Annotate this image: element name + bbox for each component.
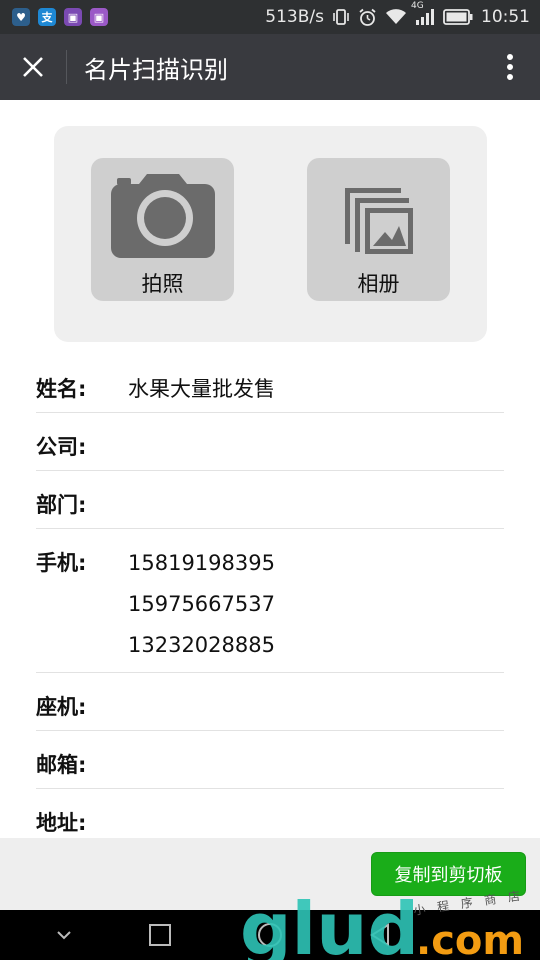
gallery-icon: ▣ xyxy=(64,8,82,26)
system-nav-bar xyxy=(0,910,540,960)
title-bar: 名片扫描识别 xyxy=(0,34,540,100)
photo-album-button[interactable]: 相册 xyxy=(307,158,450,301)
more-vertical-icon xyxy=(507,54,513,80)
photo-album-icon xyxy=(344,188,413,254)
alarm-icon xyxy=(358,8,377,27)
field-label: 手机: xyxy=(36,551,87,575)
chevron-down-icon xyxy=(57,931,71,940)
more-options-button[interactable] xyxy=(480,34,540,100)
gallery-icon: ▣ xyxy=(90,8,108,26)
mobile-number: 15819198395 xyxy=(128,551,275,575)
card-fields: 姓名: 水果大量批发售 公司: 部门: 手机: 15819198395 1597… xyxy=(36,355,504,847)
notification-icons: ♥ 支 ▣ ▣ xyxy=(12,8,108,26)
landline-value xyxy=(128,693,504,721)
heart-app-icon: ♥ xyxy=(12,8,30,26)
battery-icon xyxy=(443,9,473,25)
image-source-panel: 拍照 相册 xyxy=(54,126,487,342)
back-triangle-icon xyxy=(370,923,389,947)
cell-signal-icon: 4G xyxy=(411,1,435,26)
address-value xyxy=(128,809,504,837)
status-bar: ♥ 支 ▣ ▣ 513B/s 4G 10:51 xyxy=(0,0,540,34)
field-label: 邮箱: xyxy=(36,753,87,777)
camera-icon xyxy=(110,174,215,258)
field-label: 姓名: xyxy=(36,377,87,401)
vibrate-icon xyxy=(332,8,350,26)
field-company: 公司: xyxy=(36,413,504,471)
clock: 10:51 xyxy=(481,7,530,27)
page-title: 名片扫描识别 xyxy=(84,55,228,84)
department-value xyxy=(128,491,504,519)
alipay-icon: 支 xyxy=(38,8,56,26)
take-photo-label: 拍照 xyxy=(141,272,184,296)
field-landline: 座机: xyxy=(36,673,504,731)
mobile-number: 15975667537 xyxy=(128,592,275,616)
field-label: 座机: xyxy=(36,695,87,719)
nav-recents-button[interactable] xyxy=(130,910,190,960)
title-divider xyxy=(66,50,67,84)
network-type-label: 4G xyxy=(411,1,424,11)
company-value xyxy=(128,433,504,461)
close-icon xyxy=(23,57,43,77)
field-department: 部门: xyxy=(36,471,504,529)
net-speed: 513B/s xyxy=(265,7,324,27)
email-value xyxy=(128,751,504,779)
field-name: 姓名: 水果大量批发售 xyxy=(36,355,504,413)
nav-hide-button[interactable] xyxy=(34,910,94,960)
recents-square-icon xyxy=(149,924,171,946)
copy-to-clipboard-button[interactable]: 复制到剪切板 xyxy=(371,852,526,896)
take-photo-button[interactable]: 拍照 xyxy=(91,158,234,301)
field-mobile: 手机: 15819198395 15975667537 13232028885 xyxy=(36,529,504,673)
nav-back-button[interactable] xyxy=(350,910,410,960)
field-label: 部门: xyxy=(36,493,87,517)
photo-album-label: 相册 xyxy=(357,272,400,296)
nav-home-button[interactable] xyxy=(240,910,300,960)
mobile-number: 13232028885 xyxy=(128,633,275,657)
home-circle-icon xyxy=(258,923,282,947)
bottom-action-bar: 复制到剪切板 xyxy=(0,838,540,910)
field-label: 公司: xyxy=(36,435,87,459)
wifi-icon xyxy=(385,8,407,26)
name-value: 水果大量批发售 xyxy=(128,377,275,401)
field-email: 邮箱: xyxy=(36,731,504,789)
close-button[interactable] xyxy=(0,34,66,100)
